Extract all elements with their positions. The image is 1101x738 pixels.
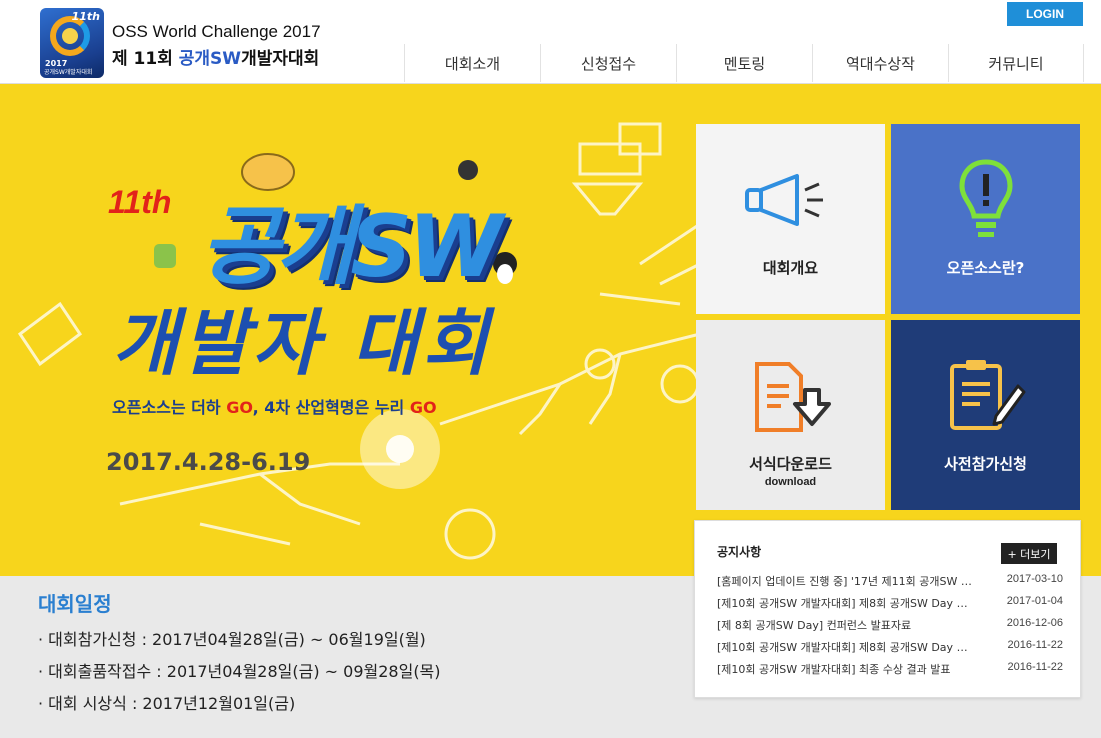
notice-row-date: 2017-01-04 — [1006, 595, 1063, 607]
nav-item-about[interactable]: 대회소개 — [404, 44, 540, 82]
notice-row[interactable]: [제10회 공개SW 개발자대회] 최종 수상 결과 발표 2016-11-22 — [717, 661, 1063, 679]
hero-edition: 11th — [108, 184, 172, 220]
schedule-item: · 대회참가신청 : 2017년04월28일(금) ~ 06월19일(월) — [38, 630, 426, 649]
document-download-icon — [754, 362, 831, 432]
logo-badge-text: 11th — [71, 10, 100, 23]
notice-row-title[interactable]: [제10회 공개SW 개발자대회] 제8회 공개SW Day 행사 안내 — [717, 639, 975, 655]
tile-label: 사전참가신청 — [944, 455, 1027, 473]
tile-label: 서식다운로드 — [749, 455, 832, 473]
login-button[interactable]: LOGIN — [1007, 2, 1083, 26]
notice-title: 공지사항 — [717, 545, 762, 559]
notice-row-date: 2016-12-06 — [1006, 617, 1063, 629]
nav-item-community[interactable]: 커뮤니티 — [948, 44, 1084, 82]
clipboard-pen-icon — [949, 360, 1025, 430]
site-title-en[interactable]: OSS World Challenge 2017 — [112, 22, 321, 42]
notice-row[interactable]: [제 8회 공개SW Day] 컨퍼런스 발표자료 2016-12-06 — [717, 617, 1063, 635]
hero-subtitle: 개발자 대회 — [112, 301, 493, 385]
nav-item-apply[interactable]: 신청접수 — [540, 44, 676, 82]
schedule-item: · 대회출품작접수 : 2017년04월28일(금) ~ 09월28일(목) — [38, 662, 441, 681]
notice-row-title[interactable]: [제 8회 공개SW Day] 컨퍼런스 발표자료 — [717, 617, 975, 633]
tile-pre-registration[interactable]: 사전참가신청 — [891, 320, 1080, 510]
main-nav: 대회소개 신청접수 멘토링 역대수상작 커뮤니티 — [404, 44, 1084, 84]
lightbulb-icon — [958, 159, 1013, 237]
tile-label: 오픈소스란? — [946, 259, 1025, 277]
notice-row[interactable]: [제10회 공개SW 개발자대회] 제8회 공개SW Day 행사 안내 201… — [717, 639, 1063, 657]
nav-item-mentoring[interactable]: 멘토링 — [676, 44, 812, 82]
megaphone-icon — [744, 174, 823, 226]
notice-row-title[interactable]: [홈페이지 업데이트 진행 중] '17년 제11회 공개SW 개발자대회 — [717, 573, 975, 589]
hero-title: 공개SW — [200, 197, 503, 297]
tile-form-download[interactable]: 서식다운로드 download — [696, 320, 885, 510]
tile-contest-overview[interactable]: 대회개요 — [696, 124, 885, 314]
notice-row-date: 2016-11-22 — [1007, 661, 1063, 673]
tile-what-is-open-source[interactable]: 오픈소스란? — [891, 124, 1080, 314]
hero-slogan: 오픈소스는 더하 GO, 4차 산업혁명은 누리 GO — [112, 398, 437, 417]
notice-row-title[interactable]: [제10회 공개SW 개발자대회] 최종 수상 결과 발표 — [717, 661, 975, 677]
notice-row-date: 2016-11-22 — [1007, 639, 1063, 651]
more-button[interactable]: + 더보기 — [1001, 543, 1057, 564]
tile-sublabel: download — [764, 476, 817, 488]
notice-panel: 공지사항 + 더보기 [홈페이지 업데이트 진행 중] '17년 제11회 공개… — [694, 520, 1081, 698]
logo[interactable]: 11th 2017 공개SW개발자대회 — [40, 8, 104, 78]
site-title-ko[interactable]: 제 11회 공개SW개발자대회 — [112, 44, 319, 69]
notice-row[interactable]: [홈페이지 업데이트 진행 중] '17년 제11회 공개SW 개발자대회 20… — [717, 573, 1063, 591]
site-header: 11th 2017 공개SW개발자대회 OSS World Challenge … — [0, 0, 1101, 84]
logo-subtitle: 공개SW개발자대회 — [44, 69, 93, 76]
notice-row[interactable]: [제10회 공개SW 개발자대회] 제8회 공개SW Day 발표자료 2017… — [717, 595, 1063, 613]
schedule-item: · 대회 시상식 : 2017년12월01일(금) — [38, 694, 296, 713]
notice-row-title[interactable]: [제10회 공개SW 개발자대회] 제8회 공개SW Day 발표자료 — [717, 595, 975, 611]
schedule-title: 대회일정 — [38, 592, 112, 616]
tile-label: 대회개요 — [762, 259, 819, 277]
hero-date: 2017.4.28-6.19 — [106, 448, 311, 476]
nav-item-past-winners[interactable]: 역대수상작 — [812, 44, 948, 82]
notice-row-date: 2017-03-10 — [1006, 573, 1063, 585]
